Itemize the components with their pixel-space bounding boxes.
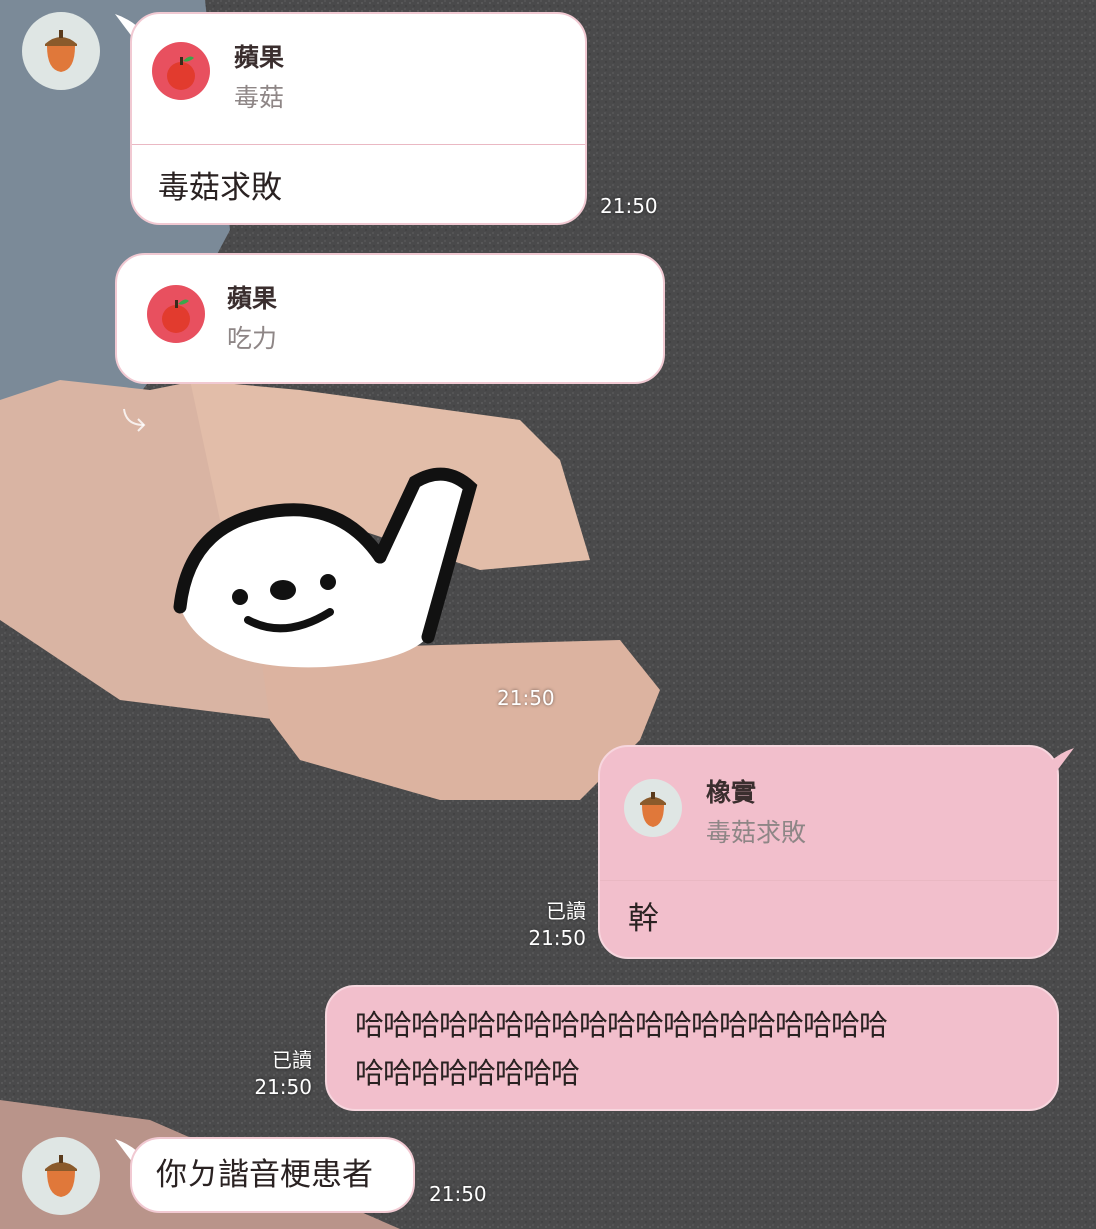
message-timestamp: 21:50 — [429, 1182, 487, 1206]
reply-arrow-icon — [123, 408, 146, 432]
read-receipt: 已讀 21:50 — [254, 1048, 312, 1099]
contact-avatar[interactable] — [22, 1137, 100, 1215]
quote-sender-name: 橡實 — [706, 778, 757, 807]
apple-avatar-icon — [152, 42, 210, 100]
quote-text: 毒菇 — [234, 83, 285, 112]
quote-text: 吃力 — [227, 324, 278, 353]
message-bubble-received[interactable]: 蘋果 吃力 — [115, 253, 665, 384]
contact-avatar[interactable] — [22, 12, 100, 90]
quote-sender-name: 蘋果 — [234, 43, 285, 72]
message-bubble-sent[interactable]: 橡實 毒菇求敗 幹 — [598, 745, 1059, 959]
message-text: 毒菇求敗 — [158, 170, 282, 206]
acorn-avatar-icon — [624, 779, 682, 837]
message-text-line: 哈哈哈哈哈哈哈哈哈哈哈哈哈哈哈哈哈哈哈 — [355, 1008, 888, 1042]
message-text-line: 哈哈哈哈哈哈哈哈 — [355, 1056, 580, 1090]
read-receipt: 已讀 21:50 — [528, 899, 586, 950]
message-bubble-received[interactable]: 你ㄉ諧音梗患者 — [130, 1137, 415, 1213]
message-text: 你ㄉ諧音梗患者 — [156, 1157, 373, 1193]
quote-sender-name: 蘋果 — [227, 284, 278, 313]
apple-avatar-icon — [147, 285, 205, 343]
bubble-tail — [1044, 748, 1074, 772]
dog-waving-sticker[interactable] — [170, 462, 485, 672]
quote-divider — [600, 880, 1057, 881]
message-bubble-received[interactable]: 蘋果 毒菇 毒菇求敗 — [130, 12, 587, 225]
quote-text: 毒菇求敗 — [706, 818, 807, 847]
quote-divider — [132, 144, 585, 145]
message-text: 幹 — [628, 901, 659, 937]
message-bubble-sent[interactable]: 哈哈哈哈哈哈哈哈哈哈哈哈哈哈哈哈哈哈哈 哈哈哈哈哈哈哈哈 — [325, 985, 1059, 1111]
acorn-icon — [45, 30, 77, 72]
message-timestamp: 21:50 — [497, 686, 555, 710]
message-timestamp: 21:50 — [600, 194, 658, 218]
acorn-icon — [45, 1155, 77, 1197]
